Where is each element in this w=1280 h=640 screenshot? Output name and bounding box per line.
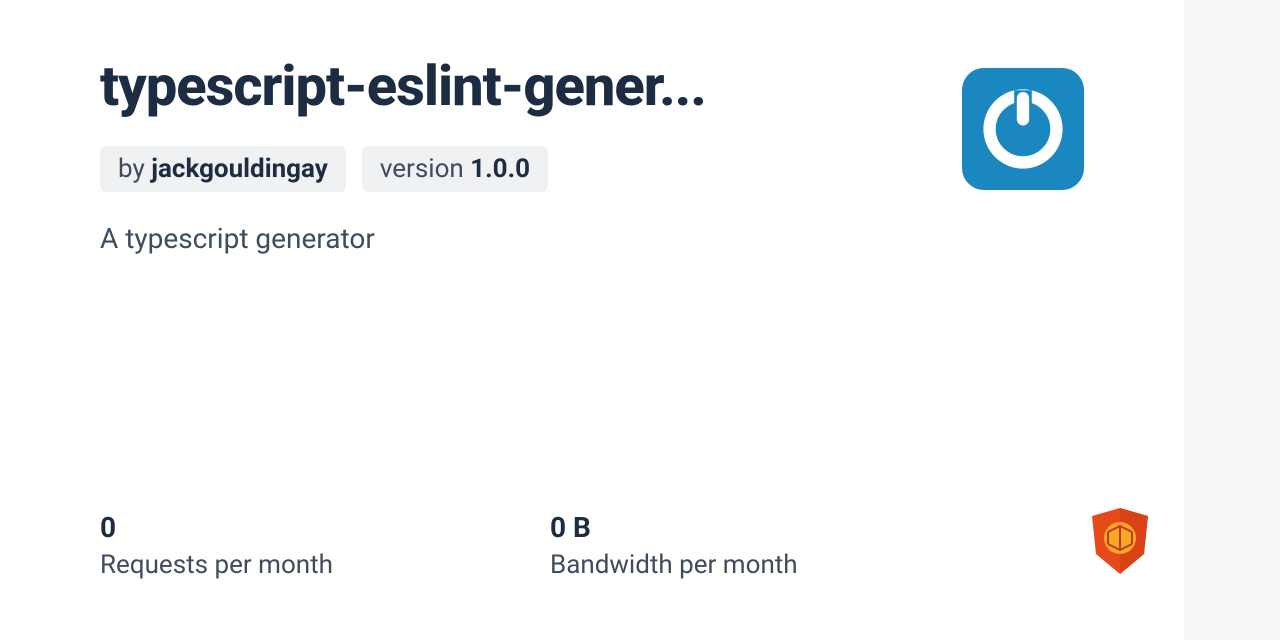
stats-row: 0 Requests per month 0 B Bandwidth per m… <box>100 511 1000 580</box>
author-name: jackgouldingay <box>151 154 328 184</box>
package-description: A typescript generator <box>100 222 922 255</box>
author-badge[interactable]: by jackgouldingay <box>100 146 346 192</box>
side-strip <box>1184 0 1280 640</box>
stat-requests: 0 Requests per month <box>100 511 550 580</box>
version-number: 1.0.0 <box>470 154 530 184</box>
bandwidth-label: Bandwidth per month <box>550 550 1000 580</box>
badges-row: by jackgouldingay version 1.0.0 <box>100 146 922 192</box>
version-badge[interactable]: version 1.0.0 <box>362 146 548 192</box>
requests-label: Requests per month <box>100 550 550 580</box>
brand-logo <box>1088 506 1152 580</box>
shield-icon <box>1088 506 1152 576</box>
author-prefix: by <box>118 154 151 184</box>
header-row: typescript-eslint-gener... by jackgouldi… <box>100 56 1084 255</box>
package-title: typescript-eslint-gener... <box>100 56 922 118</box>
requests-value: 0 <box>100 511 550 544</box>
bandwidth-value: 0 B <box>550 511 1000 544</box>
stat-bandwidth: 0 B Bandwidth per month <box>550 511 1000 580</box>
version-prefix: version <box>380 154 470 184</box>
author-avatar[interactable] <box>962 68 1084 190</box>
gravatar-icon <box>979 85 1067 173</box>
main-content: typescript-eslint-gener... by jackgouldi… <box>0 0 1184 255</box>
